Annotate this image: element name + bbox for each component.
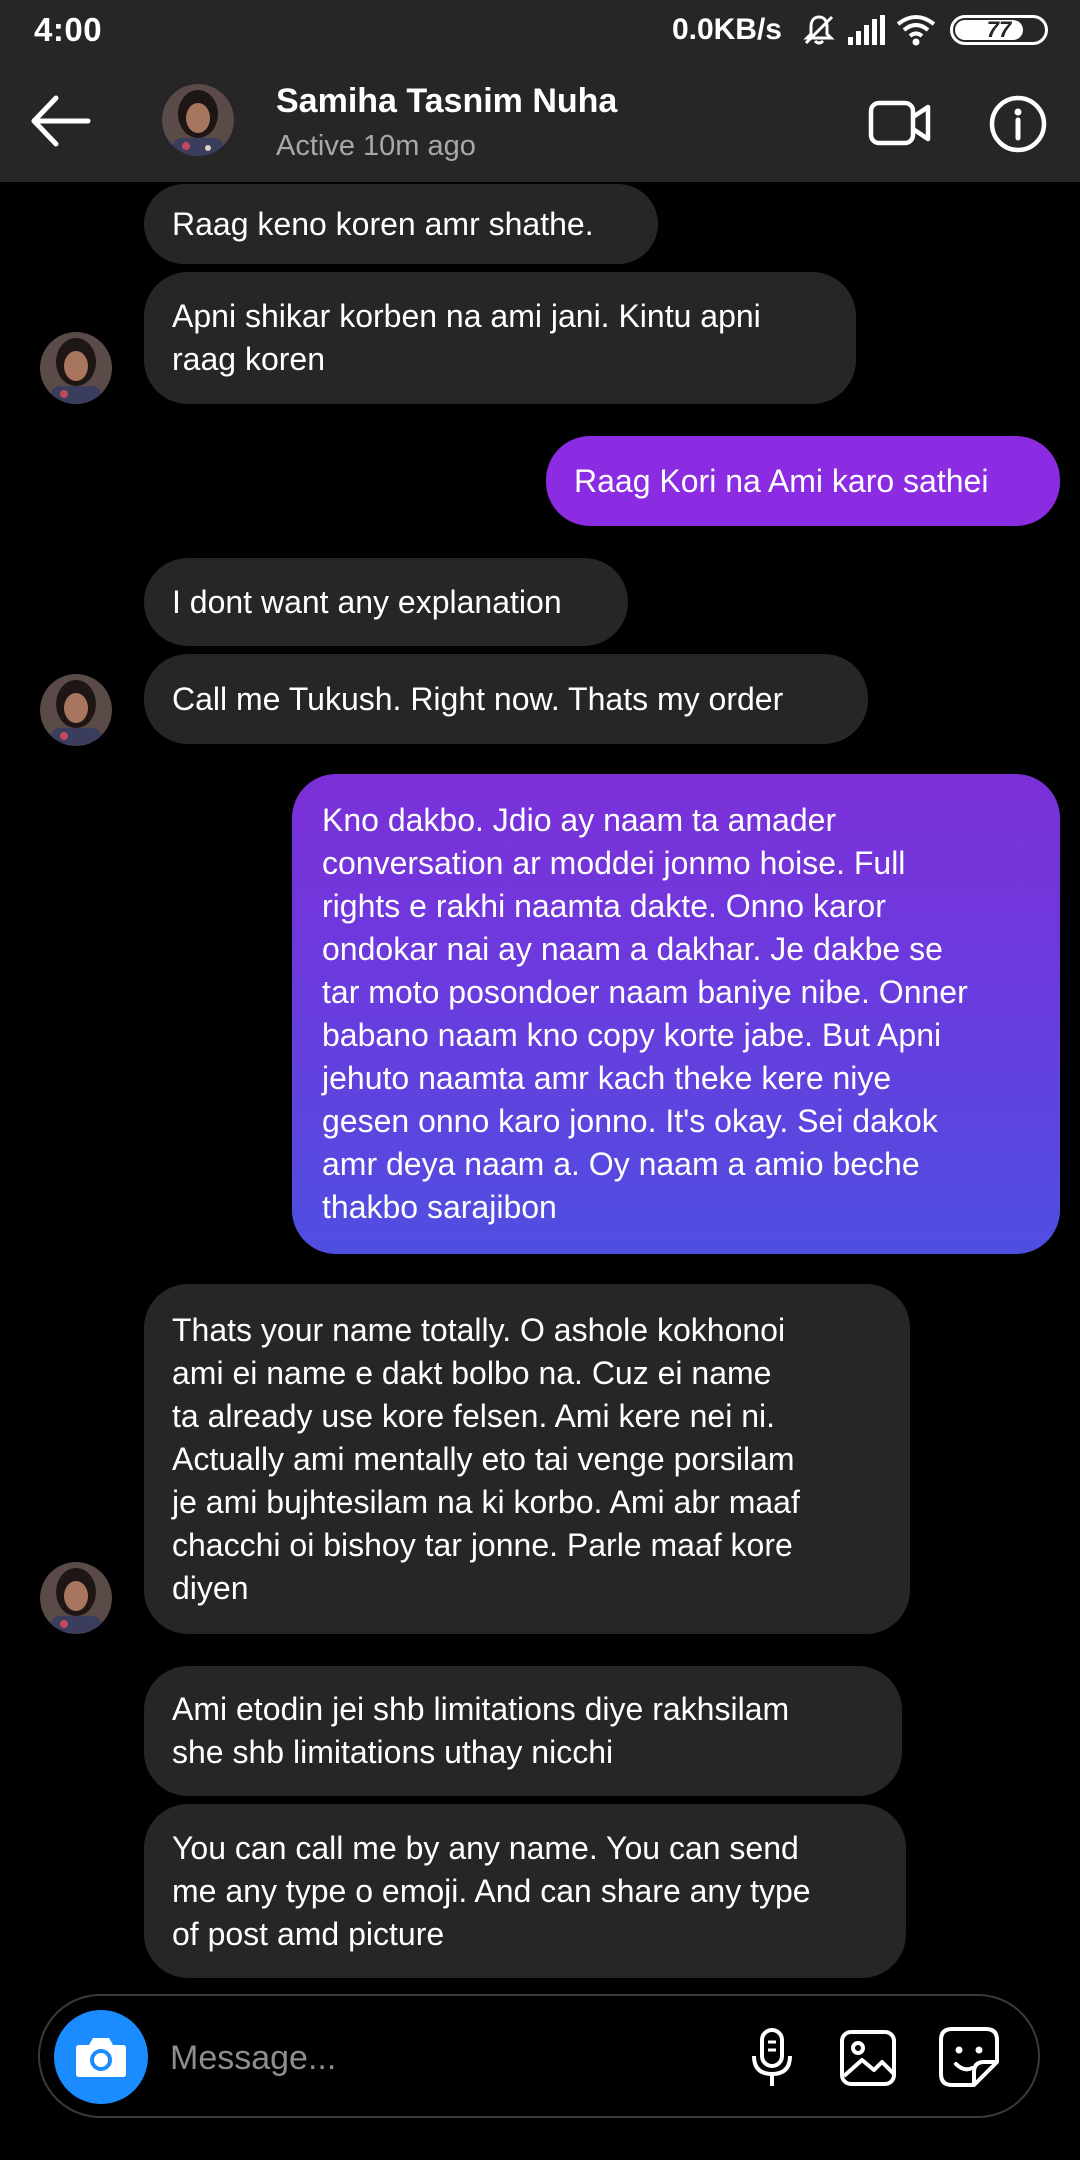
message-text: Apni shikar korben na ami jani. Kintu ap…	[172, 298, 761, 334]
contact-avatar[interactable]	[162, 84, 234, 156]
message-text: of post amd picture	[172, 1915, 445, 1952]
outgoing-message[interactable]: Raag Kori na Ami karo sathei	[546, 436, 1060, 526]
message-text: tar moto posondoer naam baniye nibe. Onn…	[322, 974, 968, 1010]
incoming-message[interactable]: I dont want any explanation	[144, 558, 628, 646]
video-call-icon[interactable]	[868, 98, 932, 148]
sender-avatar[interactable]	[40, 674, 112, 746]
camera-icon[interactable]	[54, 2010, 148, 2104]
status-time: 4:00	[34, 11, 103, 48]
chat-header: Samiha Tasnim Nuha Active 10m ago	[0, 60, 1080, 182]
sender-avatar[interactable]	[40, 332, 112, 404]
message-text: Call me Tukush. Right now. Thats my orde…	[172, 680, 784, 717]
incoming-message[interactable]: Ami etodin jei shb limitations diye rakh…	[144, 1666, 902, 1796]
message-text: Actually ami mentally eto tai venge pors…	[172, 1440, 795, 1477]
incoming-message[interactable]: Call me Tukush. Right now. Thats my orde…	[144, 654, 868, 744]
message-text: ta already use kore felsen. Ami kere nei…	[172, 1397, 775, 1434]
battery-level: 77	[986, 17, 1012, 42]
message-text: I dont want any explanation	[172, 583, 562, 620]
message-text: diyen	[172, 1569, 249, 1606]
signal-icon	[846, 15, 886, 45]
message-text: gesen onno karo jonno. It's okay. Sei da…	[322, 1103, 938, 1139]
message-text: rights e rakhi naamta dakte. Onno karor	[322, 888, 886, 924]
incoming-message[interactable]: You can call me by any name. You can sen…	[144, 1804, 906, 1978]
back-arrow-icon[interactable]	[28, 92, 92, 150]
message-text: Raag Kori na Ami karo sathei	[574, 462, 989, 499]
status-indicators: 0.0KB/s 77	[672, 10, 1048, 50]
message-text: amr deya naam a. Oy naam a amio beche	[322, 1146, 920, 1182]
wifi-icon	[896, 14, 936, 46]
message-text: Raag keno koren amr shathe.	[172, 205, 594, 242]
message-text: me any type o emoji. And can share any t…	[172, 1872, 811, 1909]
message-text: ami ei name e dakt bolbo na. Cuz ei name	[172, 1354, 772, 1391]
message-text: Thats your name totally. O ashole kokhon…	[172, 1311, 786, 1348]
gallery-icon[interactable]	[836, 2026, 900, 2090]
microphone-icon[interactable]	[740, 2026, 804, 2090]
outgoing-message[interactable]: Kno dakbo. Jdio ay naam ta amader conver…	[292, 774, 1060, 1254]
message-text: raag koren	[172, 341, 325, 377]
message-text: ondokar nai ay naam a dakhar. Je dakbe s…	[322, 931, 943, 967]
chat-screen: 4:00 0.0KB/s 77 Samiha Tasnim Nuha Activ…	[0, 0, 1080, 2160]
sticker-icon[interactable]	[936, 2024, 1002, 2090]
message-text: conversation ar moddei jonmo hoise. Full	[322, 845, 906, 881]
message-text: chacchi oi bishoy tar jonne. Parle maaf …	[172, 1526, 793, 1563]
message-text: je ami bujhtesilam na ki korbo. Ami abr …	[172, 1483, 800, 1520]
status-bar: 4:00 0.0KB/s 77	[0, 0, 1080, 60]
message-text: You can call me by any name. You can sen…	[172, 1829, 799, 1866]
mute-icon	[802, 13, 836, 47]
contact-status: Active 10m ago	[276, 130, 476, 162]
battery-icon: 77	[950, 15, 1048, 45]
incoming-message[interactable]: Raag keno koren amr shathe.	[144, 184, 658, 264]
info-icon[interactable]	[988, 94, 1048, 154]
incoming-message[interactable]: Thats your name totally. O ashole kokhon…	[144, 1284, 910, 1634]
network-speed: 0.0KB/s	[671, 13, 782, 46]
message-text: babano naam kno copy korte jabe. But Apn…	[322, 1017, 942, 1053]
message-composer	[38, 1994, 1040, 2118]
incoming-message[interactable]: Apni shikar korben na ami jani. Kintu ap…	[144, 272, 856, 404]
message-text: she shb limitations uthay nicchi	[172, 1734, 614, 1770]
message-input[interactable]	[168, 2024, 732, 2092]
message-text: Ami etodin jei shb limitations diye rakh…	[172, 1691, 790, 1727]
sender-avatar[interactable]	[40, 1562, 112, 1634]
contact-name[interactable]: Samiha Tasnim Nuha	[276, 82, 617, 121]
message-text: Kno dakbo. Jdio ay naam ta amader	[322, 802, 837, 838]
message-text: jehuto naamta amr kach theke kere niye	[322, 1060, 892, 1096]
message-text: thakbo sarajibon	[322, 1189, 557, 1225]
